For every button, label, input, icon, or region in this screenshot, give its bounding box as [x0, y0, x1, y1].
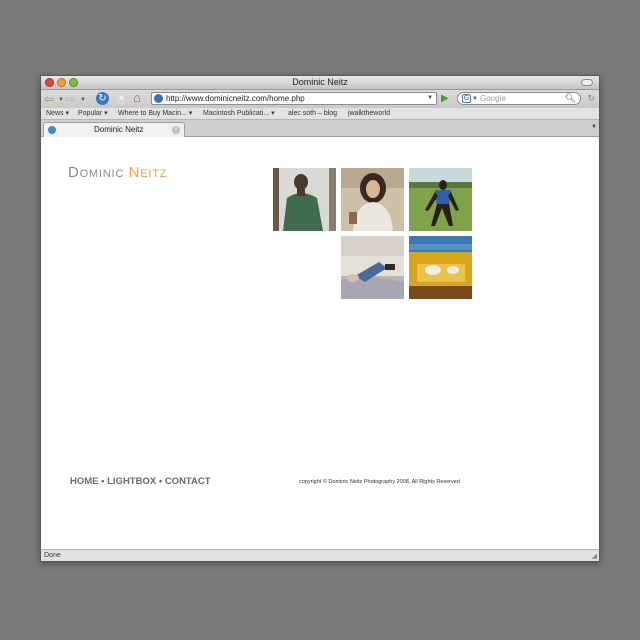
- toolbar-toggle-button[interactable]: [581, 79, 593, 86]
- search-placeholder[interactable]: Google: [480, 93, 506, 104]
- nav-separator: •: [158, 476, 163, 487]
- url-history-chevron-icon[interactable]: ▼: [427, 95, 433, 101]
- search-icon[interactable]: 🔍︎: [565, 93, 576, 104]
- google-engine-icon[interactable]: G: [462, 94, 471, 103]
- forward-button[interactable]: ⇨: [65, 92, 75, 106]
- site-globe-icon: [154, 94, 163, 103]
- tab-label[interactable]: Dominic Neitz: [94, 125, 143, 134]
- tab-list-chevron-icon[interactable]: ▼: [591, 124, 597, 130]
- nav-lightbox-link[interactable]: LIGHTBOX: [107, 476, 156, 487]
- tab-strip: Dominic Neitz × ▼: [41, 120, 599, 137]
- resize-grip-icon[interactable]: ◢: [592, 552, 597, 560]
- bookmark-news[interactable]: News ▾: [46, 108, 69, 119]
- logo-last-name: Neitz: [128, 164, 168, 181]
- url-text[interactable]: http://www.dominicneitz.com/home.php: [166, 93, 305, 104]
- back-history-chevron-icon[interactable]: ▼: [58, 97, 64, 103]
- status-text: Done: [44, 552, 61, 559]
- bookmark-alec-soth-blog[interactable]: alec soth – blog: [288, 108, 337, 119]
- bookmark-where-to-buy[interactable]: Where to Buy Macin... ▾: [118, 108, 192, 119]
- search-box[interactable]: G ▼ Google 🔍︎: [457, 92, 581, 105]
- nav-separator: •: [101, 476, 105, 487]
- go-button[interactable]: ▶: [441, 93, 449, 104]
- stop-button[interactable]: ✕: [115, 92, 128, 105]
- nav-contact-link[interactable]: CONTACT: [165, 476, 211, 487]
- page-content: Dominic Neitz HOME • LIGHTBOX • CONTACT …: [41, 137, 599, 550]
- reload-button[interactable]: ↻: [96, 92, 109, 105]
- back-button[interactable]: ⇦: [44, 92, 54, 106]
- boy-in-field-photo[interactable]: [409, 168, 472, 231]
- site-navigation: HOME • LIGHTBOX • CONTACT: [70, 476, 211, 487]
- engine-chevron-icon[interactable]: ▼: [472, 96, 478, 102]
- title-bar: Dominic Neitz: [41, 76, 599, 90]
- copyright-text: copyright © Dominic Neitz Photography 20…: [299, 479, 460, 485]
- tab-favicon-icon: [48, 126, 56, 134]
- bookmarks-bar: News ▾ Popular ▾ Where to Buy Macin... ▾…: [41, 108, 599, 120]
- woman-portrait-photo[interactable]: [341, 168, 404, 231]
- reclining-figure-photo[interactable]: [341, 236, 404, 299]
- tab-close-icon[interactable]: ×: [172, 126, 180, 134]
- site-logo[interactable]: Dominic Neitz: [68, 164, 167, 181]
- bookmark-popular[interactable]: Popular ▾: [78, 108, 108, 119]
- activity-spinner-icon: ↻: [587, 93, 595, 103]
- tab-dominic-neitz[interactable]: Dominic Neitz ×: [43, 122, 185, 137]
- forward-history-chevron-icon[interactable]: ▼: [80, 97, 86, 103]
- man-portrait-photo[interactable]: [273, 168, 336, 231]
- window-title: Dominic Neitz: [292, 77, 348, 87]
- home-button[interactable]: ⌂: [133, 91, 141, 105]
- logo-first-name: Dominic: [68, 164, 125, 181]
- status-bar: Done ◢: [41, 549, 599, 561]
- navigation-toolbar: ⇦ ▼ ⇨ ▼ ↻ ✕ ⌂ http://www.dominicneitz.co…: [41, 90, 599, 108]
- address-bar[interactable]: http://www.dominicneitz.com/home.php ▼: [151, 92, 437, 105]
- nav-home-link[interactable]: HOME: [70, 476, 99, 487]
- yellow-table-photo[interactable]: [409, 236, 472, 299]
- bookmark-jwalktheworld[interactable]: jwalktheworld: [348, 108, 390, 119]
- browser-window: Dominic Neitz ⇦ ▼ ⇨ ▼ ↻ ✕ ⌂ http://www.d…: [40, 75, 600, 562]
- bookmark-macintosh-publications[interactable]: Macintosh Publicati... ▾: [203, 108, 275, 119]
